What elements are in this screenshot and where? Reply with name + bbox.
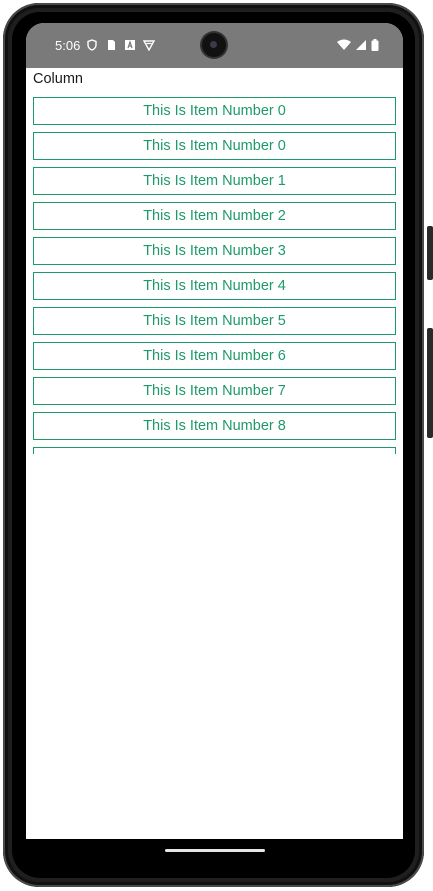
list-item[interactable]: This Is Item Number 4 [33, 272, 396, 300]
list-item[interactable]: This Is Item Number 8 [33, 412, 396, 440]
status-time: 5:06 [55, 38, 81, 53]
battery-icon [371, 38, 379, 56]
column-title: Column [33, 71, 83, 87]
list-item[interactable]: This Is Item Number 7 [33, 377, 396, 405]
list-item[interactable]: This Is Item Number 5 [33, 307, 396, 335]
status-bar: 5:06 [26, 23, 403, 68]
list-item[interactable]: This Is Item Number 2 [33, 202, 396, 230]
wifi-icon [337, 38, 351, 56]
app-screen: 5:06 Column This Is Item Number 0 This I… [26, 23, 403, 861]
list-item-partial[interactable] [33, 447, 396, 454]
list-item[interactable]: This Is Item Number 0 [33, 132, 396, 160]
vpn-icon [142, 38, 156, 52]
content-area: Column This Is Item Number 0 This Is Ite… [26, 68, 403, 839]
volume-button [427, 328, 433, 438]
status-icons-right [337, 38, 379, 56]
power-button [427, 226, 433, 280]
navigation-bar [26, 839, 403, 861]
list-item[interactable]: This Is Item Number 1 [33, 167, 396, 195]
shield-icon [86, 38, 98, 51]
list-item[interactable]: This Is Item Number 3 [33, 237, 396, 265]
sim-card-icon [105, 38, 117, 50]
list-item[interactable]: This Is Item Number 6 [33, 342, 396, 370]
list-item[interactable]: This Is Item Number 0 [33, 97, 396, 125]
front-camera [202, 33, 226, 57]
items-list[interactable]: This Is Item Number 0 This Is Item Numbe… [33, 97, 396, 454]
home-gesture-handle[interactable] [165, 849, 265, 852]
a-icon [124, 38, 136, 50]
signal-icon [355, 38, 367, 56]
status-icons-left [86, 38, 156, 52]
